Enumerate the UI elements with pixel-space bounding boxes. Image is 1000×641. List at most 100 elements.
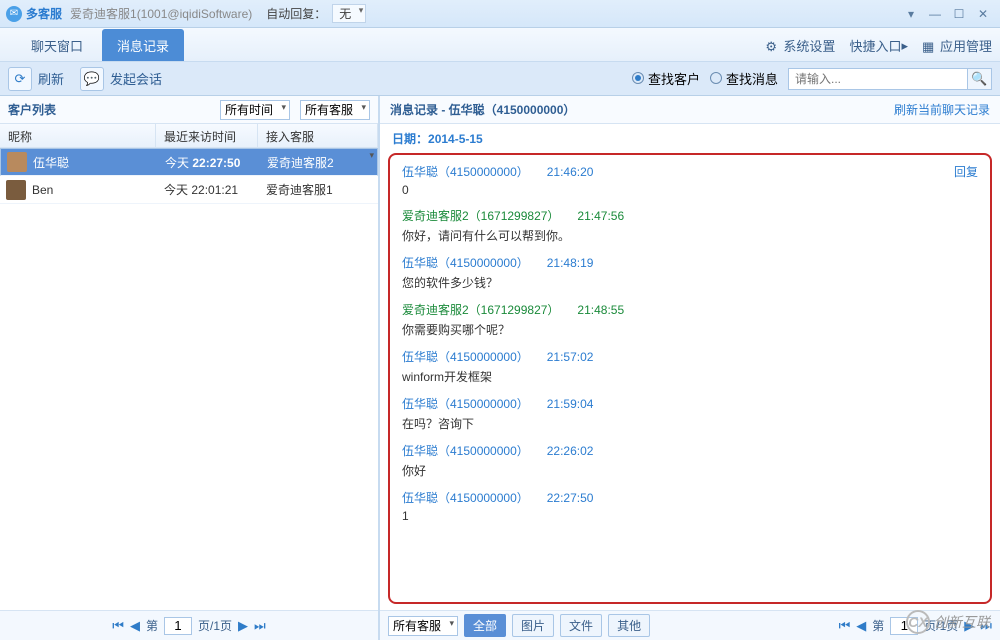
maximize-button[interactable]: ☐ — [948, 5, 970, 23]
message-item: 伍华聪（4150000000）21:57:02winform开发框架 — [402, 348, 978, 385]
system-settings-label: 系统设置 — [783, 36, 835, 55]
avatar — [6, 180, 26, 200]
left-pager: ⏮ ◀ 第 页/1页 ▶ ⏭ — [0, 610, 378, 640]
col-agent: 接入客服 — [258, 124, 378, 147]
app-brand: 多客服 — [26, 5, 62, 22]
time-filter-dropdown[interactable]: 所有时间 — [220, 100, 290, 120]
quick-entry-button[interactable]: 快捷入口 ▸ — [849, 36, 908, 55]
search-go-button[interactable]: 🔍 — [968, 68, 992, 90]
row-nick: 伍华聪 — [33, 154, 69, 171]
row-agent: 爱奇迪客服1 — [258, 181, 378, 198]
message-body: 你好，请问有什么可以帮到你。 — [402, 227, 978, 244]
message-item: 伍华聪（4150000000）22:27:501 — [402, 489, 978, 523]
pager-label-b: 页/1页 — [198, 617, 232, 634]
pager-first-button[interactable]: ⏮ — [112, 618, 124, 634]
row-time-prefix: 今天 — [164, 183, 191, 197]
autoreply-label: 自动回复： — [266, 5, 326, 22]
avatar — [7, 152, 27, 172]
refresh-label[interactable]: 刷新 — [38, 69, 64, 88]
message-sender: 伍华聪（4150000000） — [402, 163, 529, 180]
quick-entry-label: 快捷入口 — [849, 36, 901, 55]
customer-table-header: 昵称 最近来访时间 接入客服 — [0, 124, 378, 148]
gear-icon: ⚙ — [765, 39, 779, 53]
message-sender: 伍华聪（4150000000） — [402, 395, 529, 412]
table-row[interactable]: Ben 今天 22:01:21 爱奇迪客服1 — [0, 176, 378, 204]
filter-image-button[interactable]: 图片 — [512, 614, 554, 637]
message-item: 爱奇迪客服2（1671299827） 21:48:55 你需要购买哪个呢？ — [402, 301, 978, 338]
row-time: 22:01:21 — [191, 183, 238, 197]
search-input[interactable] — [788, 68, 968, 90]
message-panel-title: 消息记录 - 伍华聪（4150000000） — [390, 101, 575, 118]
table-row[interactable]: 伍华聪 今天 22:27:50 爱奇迪客服2 — [0, 148, 378, 176]
message-panel-header: 消息记录 - 伍华聪（4150000000） 刷新当前聊天记录 — [380, 96, 1000, 124]
message-body: 0 — [402, 183, 978, 197]
main-toolbar: 聊天窗口 消息记录 ⚙ 系统设置 快捷入口 ▸ ▦应用管理 — [0, 28, 1000, 62]
row-time: 22:27:50 — [192, 156, 240, 170]
watermark-icon: CX — [906, 610, 930, 634]
agent-filter-dropdown[interactable]: 所有客服 — [300, 100, 370, 120]
customer-panel-header: 客户列表 所有时间 所有客服 — [0, 96, 378, 124]
message-time: 21:59:04 — [547, 397, 594, 411]
message-time: 21:48:55 — [577, 303, 624, 317]
filter-bar: ⟳ 刷新 💬 发起会话 查找客户 查找消息 🔍 — [0, 62, 1000, 96]
filter-all-button[interactable]: 全部 — [464, 614, 506, 637]
start-session-label[interactable]: 发起会话 — [110, 69, 162, 88]
close-button[interactable]: ✕ — [972, 5, 994, 23]
grid-icon: ▦ — [922, 39, 936, 53]
pager-last-button[interactable]: ⏭ — [254, 618, 266, 634]
message-sender: 爱奇迪客服2（1671299827） — [402, 301, 559, 318]
message-time: 22:26:02 — [547, 444, 594, 458]
message-sender: 伍华聪（4150000000） — [402, 348, 529, 365]
message-body: 你好 — [402, 462, 978, 479]
tab-chat-window[interactable]: 聊天窗口 — [16, 29, 98, 61]
pager-prev-button[interactable]: ◀ — [130, 618, 140, 634]
message-item: 爱奇迪客服2（1671299827） 21:47:56 你好，请问有什么可以帮到你。 — [402, 207, 978, 244]
autoreply-dropdown[interactable]: 无 — [332, 4, 366, 23]
watermark-text: 创新互联 — [934, 612, 990, 632]
refresh-chat-link[interactable]: 刷新当前聊天记录 — [894, 101, 990, 118]
radio-search-customer[interactable]: 查找客户 — [632, 69, 700, 88]
system-settings-button[interactable]: ⚙ 系统设置 — [765, 36, 835, 55]
radio-off-icon — [710, 72, 722, 84]
filter-file-button[interactable]: 文件 — [560, 614, 602, 637]
customer-list-title: 客户列表 — [8, 101, 56, 118]
message-sender: 伍华聪（4150000000） — [402, 254, 529, 271]
message-body: 在吗？咨询下 — [402, 415, 978, 432]
message-sender: 伍华聪（4150000000） — [402, 489, 529, 506]
customer-panel: 客户列表 所有时间 所有客服 昵称 最近来访时间 接入客服 伍华聪 今天 22:… — [0, 96, 380, 640]
tab-message-record[interactable]: 消息记录 — [102, 29, 184, 61]
message-panel: 消息记录 - 伍华聪（4150000000） 刷新当前聊天记录 日期：2014-… — [380, 96, 1000, 640]
row-time-prefix: 今天 — [165, 156, 192, 170]
pager-next-button[interactable]: ▶ — [238, 618, 248, 634]
message-sender: 爱奇迪客服2（1671299827） — [402, 207, 559, 224]
date-line: 日期：2014-5-15 — [380, 124, 1000, 153]
dropdown-icon[interactable]: ▾ — [900, 5, 922, 23]
message-body: 1 — [402, 509, 978, 523]
message-body: 您的软件多少钱？ — [402, 274, 978, 291]
footer-agent-filter-dropdown[interactable]: 所有客服 — [388, 616, 458, 636]
main-split: 客户列表 所有时间 所有客服 昵称 最近来访时间 接入客服 伍华聪 今天 22:… — [0, 96, 1000, 640]
message-item: 伍华聪（4150000000）21:46:200 — [402, 163, 978, 197]
radio-search-message[interactable]: 查找消息 — [710, 69, 778, 88]
message-item: 伍华聪（4150000000） 21:59:04 在吗？咨询下 — [402, 395, 978, 432]
message-time: 21:57:02 — [547, 350, 594, 364]
message-body: 你需要购买哪个呢？ — [402, 321, 978, 338]
row-agent: 爱奇迪客服2 — [259, 154, 377, 171]
pager-first-button[interactable]: ⏮ — [839, 618, 851, 634]
pager-prev-button[interactable]: ◀ — [856, 618, 866, 634]
radio-search-customer-label: 查找客户 — [648, 72, 700, 87]
filter-other-button[interactable]: 其他 — [608, 614, 650, 637]
customer-table-body: 伍华聪 今天 22:27:50 爱奇迪客服2 Ben 今天 22:01:21 爱… — [0, 148, 378, 610]
radio-on-icon — [632, 72, 644, 84]
reply-link[interactable]: 回复 — [954, 163, 978, 180]
message-time: 21:47:56 — [577, 209, 624, 223]
message-sender: 伍华聪（4150000000） — [402, 442, 529, 459]
message-item: 伍华聪（4150000000）21:48:19您的软件多少钱？ — [402, 254, 978, 291]
row-nick: Ben — [32, 183, 53, 197]
pager-page-input[interactable] — [164, 617, 192, 635]
app-management-button[interactable]: ▦应用管理 — [922, 36, 992, 55]
refresh-button-icon[interactable]: ⟳ — [8, 67, 32, 91]
minimize-button[interactable]: — — [924, 5, 946, 23]
start-session-icon[interactable]: 💬 — [80, 67, 104, 91]
watermark: CX 创新互联 — [906, 610, 990, 634]
